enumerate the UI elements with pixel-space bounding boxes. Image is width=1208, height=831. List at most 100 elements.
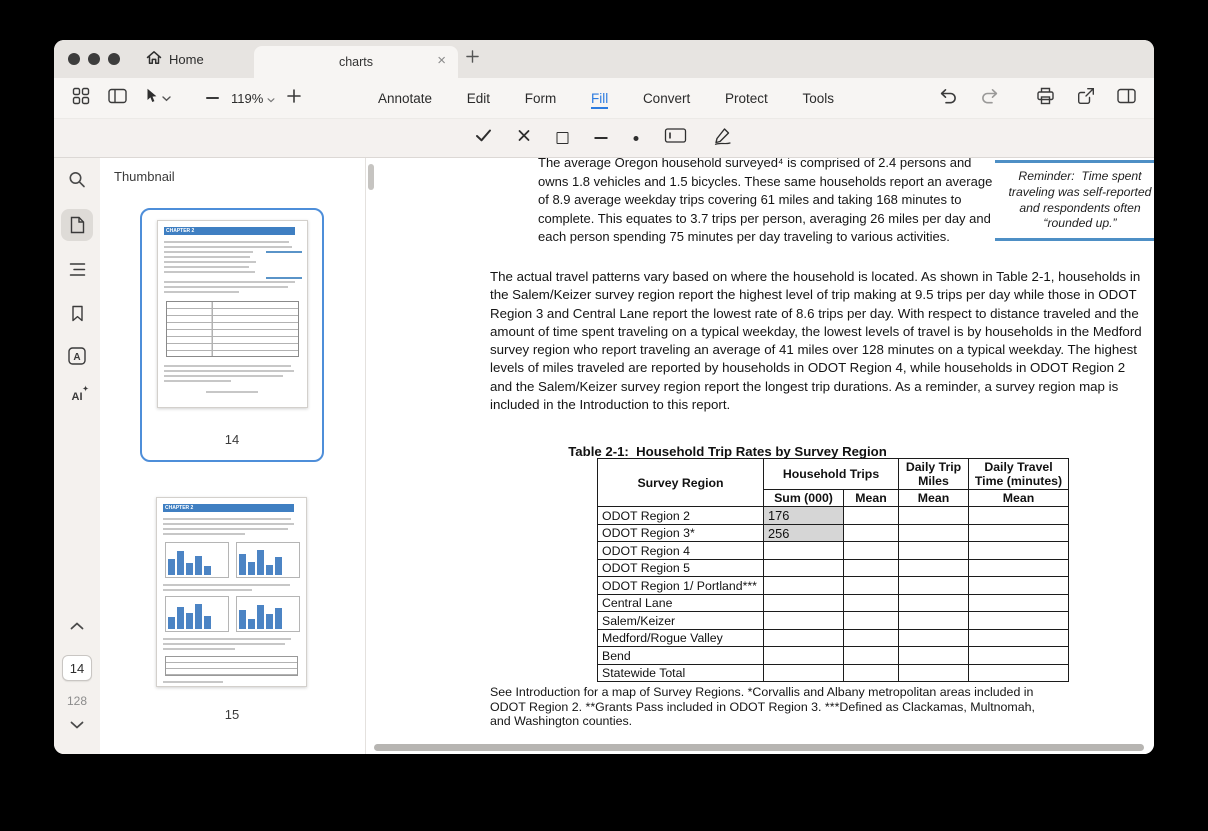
form-field-miles-mean[interactable] (899, 542, 969, 560)
zoom-out-button[interactable] (206, 97, 219, 99)
signature-tool-button[interactable] (713, 127, 733, 150)
form-field-sum[interactable]: 176 (764, 507, 844, 525)
menu-protect[interactable]: Protect (725, 88, 768, 109)
checkmark-tool-button[interactable] (476, 129, 492, 147)
redo-button[interactable] (980, 87, 1000, 109)
menu-form[interactable]: Form (525, 88, 557, 109)
form-field-miles-mean[interactable] (899, 612, 969, 630)
form-field-time-mean[interactable] (969, 647, 1069, 665)
form-field-miles-mean[interactable] (899, 594, 969, 612)
text-field-tool-button[interactable] (665, 128, 687, 148)
page-down-button[interactable] (70, 721, 84, 729)
panel-scrollbar-thumb[interactable] (368, 164, 374, 190)
form-field-sum[interactable] (764, 559, 844, 577)
dot-tool-button[interactable] (634, 136, 639, 141)
region-cell: Statewide Total (598, 664, 764, 682)
form-field-trips-mean[interactable] (844, 612, 899, 630)
zoom-level-dropdown[interactable]: 119% (231, 91, 275, 106)
maximize-button[interactable] (108, 53, 120, 65)
annotations-tab-button[interactable]: A (61, 340, 93, 372)
rectangle-tool-button[interactable] (557, 132, 569, 144)
line-tool-button[interactable] (595, 137, 608, 139)
minimize-button[interactable] (88, 53, 100, 65)
thumbnail-page-15[interactable]: CHAPTER 2 (140, 495, 324, 727)
thumb-table (166, 301, 299, 357)
form-field-miles-mean[interactable] (899, 647, 969, 665)
form-field-time-mean[interactable] (969, 524, 1069, 542)
outline-tab-button[interactable] (61, 253, 93, 285)
thumb-text-line (163, 648, 235, 650)
trip-rates-table: Survey Region Household Trips Daily Trip… (597, 458, 1069, 682)
page-up-button[interactable] (70, 622, 84, 630)
form-field-sum[interactable] (764, 612, 844, 630)
form-field-trips-mean[interactable] (844, 524, 899, 542)
form-field-miles-mean[interactable] (899, 577, 969, 595)
form-field-trips-mean[interactable] (844, 542, 899, 560)
home-tab[interactable]: Home (146, 40, 204, 78)
new-tab-button[interactable] (466, 50, 479, 68)
menu-convert[interactable]: Convert (643, 88, 690, 109)
form-field-time-mean[interactable] (969, 577, 1069, 595)
table-row: Statewide Total (598, 664, 1069, 682)
search-button[interactable] (69, 171, 86, 188)
form-field-time-mean[interactable] (969, 629, 1069, 647)
outline-icon (69, 262, 86, 277)
col-header-daily-travel-time: Daily Travel Time (minutes) (969, 459, 1069, 490)
form-field-sum[interactable] (764, 664, 844, 682)
menu-fill[interactable]: Fill (591, 88, 608, 109)
form-field-time-mean[interactable] (969, 594, 1069, 612)
thumb-charts-row (165, 542, 300, 578)
bookmarks-tab-button[interactable] (61, 297, 93, 329)
form-field-trips-mean[interactable] (844, 594, 899, 612)
print-button[interactable] (1036, 87, 1055, 110)
thumbnails-tab-button[interactable] (61, 209, 93, 241)
close-button[interactable] (68, 53, 80, 65)
form-field-sum[interactable] (764, 577, 844, 595)
form-field-trips-mean[interactable] (844, 577, 899, 595)
form-field-trips-mean[interactable] (844, 559, 899, 577)
form-field-trips-mean[interactable] (844, 647, 899, 665)
export-button[interactable] (1077, 87, 1095, 110)
form-field-trips-mean[interactable] (844, 664, 899, 682)
ai-icon: AI✦ (72, 391, 83, 403)
form-field-miles-mean[interactable] (899, 507, 969, 525)
current-page-input[interactable]: 14 (62, 655, 92, 681)
home-tab-label: Home (169, 52, 204, 67)
form-field-miles-mean[interactable] (899, 664, 969, 682)
thumb-text-line (164, 241, 289, 243)
page-view-button[interactable] (1117, 88, 1136, 109)
form-field-miles-mean[interactable] (899, 559, 969, 577)
total-pages-label: 128 (67, 694, 87, 708)
horizontal-scrollbar-thumb[interactable] (374, 744, 1144, 751)
zoom-in-button[interactable] (287, 89, 301, 108)
sidebar-toggle-button[interactable] (108, 88, 127, 109)
form-field-time-mean[interactable] (969, 559, 1069, 577)
cross-tool-button[interactable] (518, 129, 531, 147)
menu-edit[interactable]: Edit (467, 88, 490, 109)
form-field-time-mean[interactable] (969, 612, 1069, 630)
thumb-mini-chart (236, 542, 300, 578)
form-field-sum[interactable] (764, 594, 844, 612)
form-field-time-mean[interactable] (969, 542, 1069, 560)
menu-annotate[interactable]: Annotate (378, 88, 432, 109)
form-field-time-mean[interactable] (969, 507, 1069, 525)
form-field-trips-mean[interactable] (844, 629, 899, 647)
document-tab[interactable]: charts × (254, 46, 458, 78)
form-field-sum[interactable] (764, 629, 844, 647)
form-field-trips-mean[interactable] (844, 507, 899, 525)
select-tool-button[interactable] (145, 88, 171, 108)
tab-close-icon[interactable]: × (437, 53, 446, 68)
form-field-sum[interactable] (764, 542, 844, 560)
thumb-text-line (163, 638, 291, 640)
col-subheader-mean: Mean (844, 490, 899, 507)
undo-button[interactable] (938, 87, 958, 109)
form-field-sum[interactable] (764, 647, 844, 665)
thumbnail-page-14[interactable]: CHAPTER 2 (140, 208, 324, 462)
ai-assistant-button[interactable]: AI✦ (61, 381, 93, 413)
form-field-sum[interactable]: 256 (764, 524, 844, 542)
form-field-miles-mean[interactable] (899, 629, 969, 647)
form-field-miles-mean[interactable] (899, 524, 969, 542)
form-field-time-mean[interactable] (969, 664, 1069, 682)
menu-tools[interactable]: Tools (802, 88, 834, 109)
grid-view-button[interactable] (72, 87, 90, 110)
